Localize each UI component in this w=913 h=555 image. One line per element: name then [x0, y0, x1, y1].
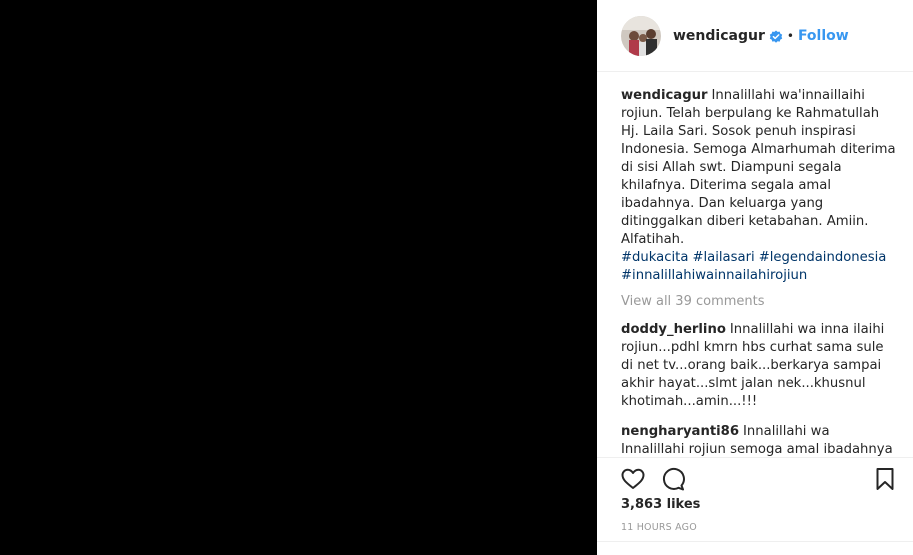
caption-text: Innalillahi wa'innaillaihi rojiun. Telah… — [621, 88, 896, 247]
heart-icon[interactable] — [621, 467, 645, 491]
comment-item: doddy_herlino Innalillahi wa inna ilaihi … — [621, 321, 897, 411]
bookmark-icon[interactable] — [873, 467, 897, 491]
post-side-panel: wendicagur • Follow wendicagur Innalillah… — [597, 0, 913, 555]
hashtag-list: #dukacita #lailasari #legendaindonesia #inn… — [621, 249, 897, 285]
separator-dot: • — [786, 28, 794, 43]
post-media-area — [0, 0, 597, 555]
verified-badge-icon — [769, 29, 783, 43]
post-caption: wendicagur Innalillahi wa'innaillaihi roj… — [621, 87, 897, 285]
comment-icon[interactable] — [661, 467, 685, 491]
view-all-comments-link[interactable]: View all 39 comments — [621, 293, 897, 311]
comment-username[interactable]: nengharyanti86 — [621, 424, 739, 439]
divider — [597, 541, 913, 542]
post-username[interactable]: wendicagur — [673, 28, 765, 44]
comments-section: wendicagur Innalillahi wa'innaillaihi roj… — [597, 73, 913, 456]
hashtag-link[interactable]: #lailasari — [692, 250, 754, 265]
post-actions-bar — [597, 457, 913, 494]
follow-button[interactable]: Follow — [798, 28, 849, 44]
hashtag-link[interactable]: #legendaindonesia — [759, 250, 887, 265]
caption-username[interactable]: wendicagur — [621, 88, 708, 103]
comment-username[interactable]: doddy_herlino — [621, 322, 726, 337]
comment-item: nengharyanti86 Innalillahi wa Innalillahi… — [621, 423, 897, 456]
hashtag-link[interactable]: #dukacita — [621, 250, 688, 265]
likes-count[interactable]: 3,863 likes — [621, 497, 700, 512]
avatar[interactable] — [621, 15, 661, 56]
post-header: wendicagur • Follow — [597, 0, 913, 72]
hashtag-link[interactable]: #innalillahiwainnailahirojiun — [621, 268, 807, 283]
post-timestamp[interactable]: 11 HOURS AGO — [621, 522, 697, 533]
